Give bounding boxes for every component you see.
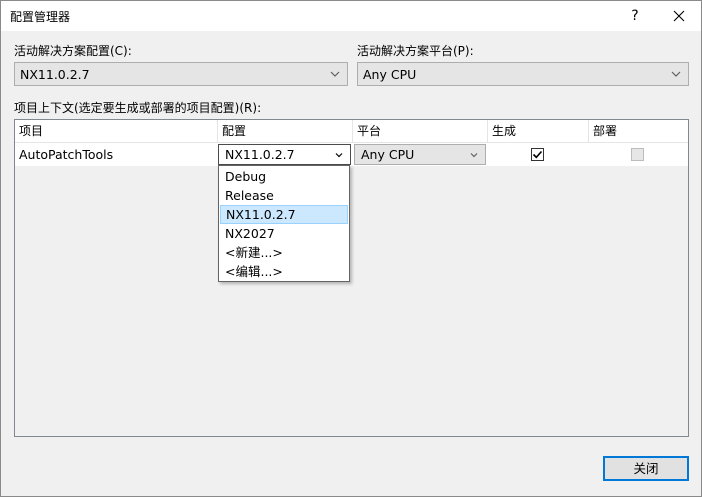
dropdown-item-debug[interactable]: Debug <box>220 167 348 186</box>
close-icon <box>673 10 685 22</box>
dropdown-item-nx2027[interactable]: NX2027 <box>220 224 348 243</box>
solution-platform-value: Any CPU <box>363 67 417 82</box>
project-context-grid[interactable]: 项目 配置 平台 生成 部署 AutoPatchTools NX11.0.2.7… <box>14 119 689 437</box>
solution-config-value: NX11.0.2.7 <box>20 67 90 82</box>
column-header-platform[interactable]: 平台 <box>353 120 488 142</box>
close-button[interactable]: 关闭 <box>603 456 689 481</box>
chevron-down-icon <box>470 153 478 158</box>
checkmark-icon <box>532 150 543 159</box>
row-platform-combobox[interactable]: Any CPU <box>354 144 486 165</box>
dropdown-item-new[interactable]: <新建...> <box>220 243 348 262</box>
configuration-dropdown-list[interactable]: Debug Release NX11.0.2.7 NX2027 <新建...> … <box>218 165 350 282</box>
chevron-down-icon <box>671 71 681 77</box>
row-configuration-combobox[interactable]: NX11.0.2.7 <box>218 144 351 165</box>
row-platform-value: Any CPU <box>361 147 415 162</box>
solution-config-combobox[interactable]: NX11.0.2.7 <box>14 62 348 86</box>
chevron-down-icon <box>335 153 343 158</box>
deploy-checkbox[interactable] <box>631 148 644 161</box>
dropdown-item-nx11027[interactable]: NX11.0.2.7 <box>220 205 348 224</box>
solution-config-label: 活动解决方案配置(C): <box>14 44 132 58</box>
row-configuration-value: NX11.0.2.7 <box>225 147 295 162</box>
help-button[interactable]: ? <box>613 1 657 31</box>
solution-platform-combobox[interactable]: Any CPU <box>357 62 689 86</box>
configuration-manager-dialog: 配置管理器 ? 活动解决方案配置(C): NX11.0.2.7 活动解决方案平台… <box>0 0 702 497</box>
grid-header: 项目 配置 平台 生成 部署 <box>15 120 688 143</box>
column-header-project[interactable]: 项目 <box>15 120 218 142</box>
title-bar: 配置管理器 ? <box>1 1 701 31</box>
chevron-down-icon <box>330 71 340 77</box>
column-header-deploy[interactable]: 部署 <box>589 120 688 142</box>
column-header-configuration[interactable]: 配置 <box>218 120 353 142</box>
table-row[interactable]: AutoPatchTools NX11.0.2.7 Any CPU <box>15 143 688 166</box>
dialog-title: 配置管理器 <box>10 10 71 24</box>
build-checkbox[interactable] <box>531 148 544 161</box>
project-name-cell: AutoPatchTools <box>19 147 114 162</box>
dropdown-item-edit[interactable]: <编辑...> <box>220 262 348 281</box>
project-context-label: 项目上下文(选定要生成或部署的项目配置)(R): <box>14 101 262 115</box>
close-window-button[interactable] <box>657 1 701 31</box>
solution-platform-label: 活动解决方案平台(P): <box>357 44 474 58</box>
dropdown-item-release[interactable]: Release <box>220 186 348 205</box>
column-header-build[interactable]: 生成 <box>488 120 589 142</box>
